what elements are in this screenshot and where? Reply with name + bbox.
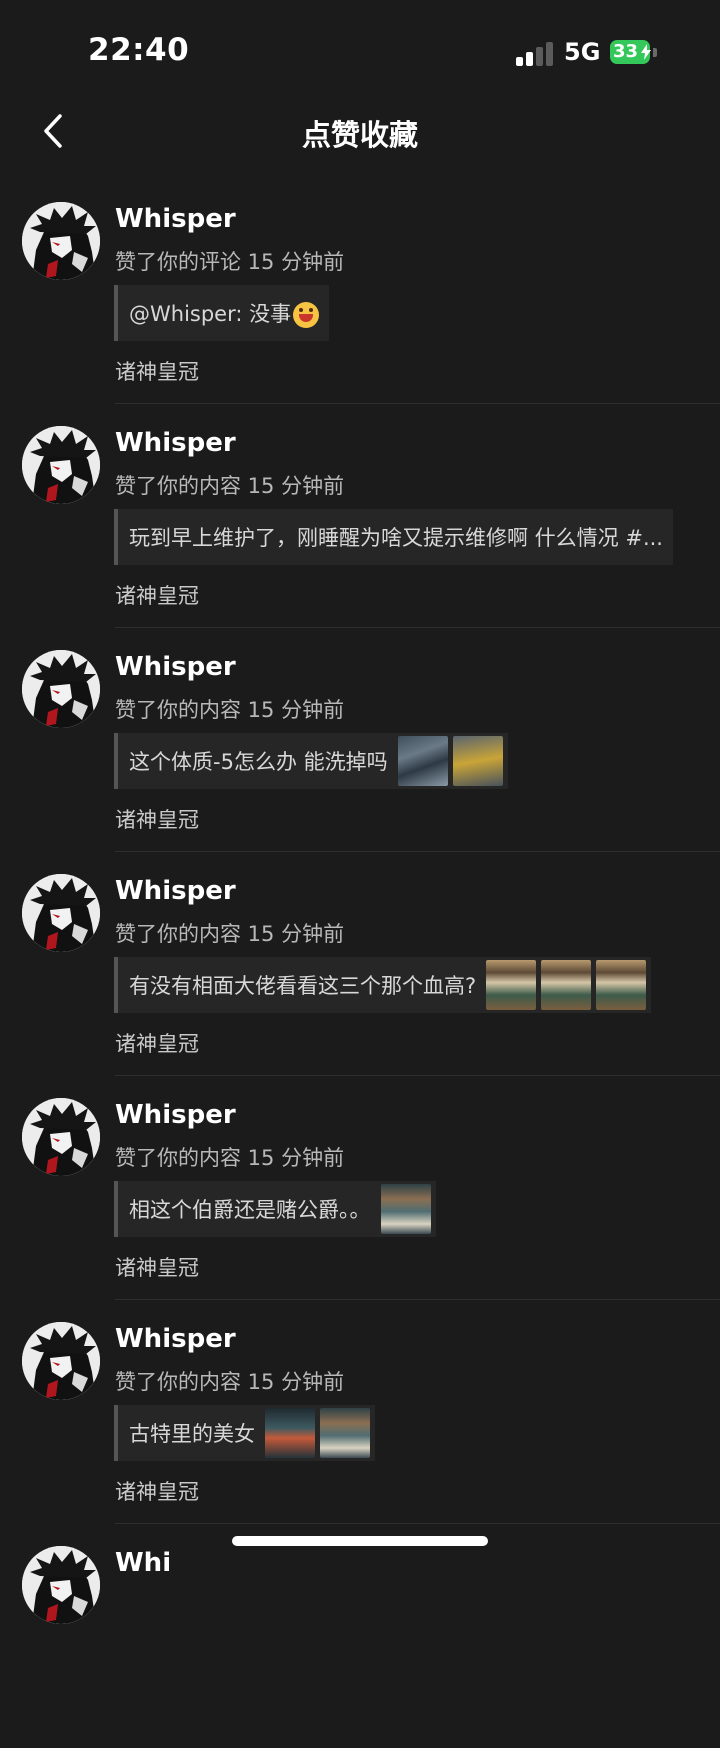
quoted-content[interactable]: @Whisper: 没事	[114, 285, 330, 341]
action-time: 赞了你的内容 15 分钟前	[115, 1370, 345, 1394]
list-item[interactable]: Whi	[0, 1524, 720, 1748]
game-name[interactable]: 诸神皇冠	[115, 1476, 199, 1506]
action-time: 赞了你的评论 15 分钟前	[115, 250, 345, 274]
thumbnail-image[interactable]	[596, 960, 647, 1010]
action-time: 赞了你的内容 15 分钟前	[115, 922, 345, 946]
quoted-text-value: @Whisper: 没事	[129, 302, 292, 326]
list-item[interactable]: Whisper 赞了你的评论 15 分钟前 @Whisper: 没事诸神皇冠	[0, 180, 720, 404]
status-bar: 22:40 5G 33	[0, 0, 720, 100]
quoted-content[interactable]: 相这个伯爵还是赌公爵。。	[114, 1181, 436, 1237]
user-name[interactable]: Whisper	[115, 204, 236, 234]
avatar[interactable]	[22, 1546, 100, 1624]
avatar[interactable]	[22, 874, 100, 952]
avatar[interactable]	[22, 1322, 100, 1400]
quoted-text: @Whisper: 没事	[129, 298, 329, 328]
action-time: 赞了你的内容 15 分钟前	[115, 1146, 345, 1170]
thumbnail-image[interactable]	[397, 736, 448, 786]
quoted-content[interactable]: 有没有相面大佬看看这三个那个血高?	[114, 957, 652, 1013]
home-indicator[interactable]	[232, 1536, 488, 1546]
avatar[interactable]	[22, 202, 100, 280]
quoted-content[interactable]: 古特里的美女	[114, 1405, 375, 1461]
game-name[interactable]: 诸神皇冠	[115, 1252, 199, 1282]
nav-bar: 点赞收藏	[0, 100, 720, 162]
thumbnail-image[interactable]	[452, 736, 503, 786]
list-item[interactable]: Whisper 赞了你的内容 15 分钟前玩到早上维护了，刚睡醒为啥又提示维修啊 …	[0, 404, 720, 628]
user-name[interactable]: Whisper	[115, 1100, 236, 1130]
quoted-text-value: 这个体质-5怎么办 能洗掉吗	[129, 750, 388, 774]
charging-icon	[641, 44, 651, 60]
action-time: 赞了你的内容 15 分钟前	[115, 698, 345, 722]
game-name[interactable]: 诸神皇冠	[115, 356, 199, 386]
game-name[interactable]: 诸神皇冠	[115, 804, 199, 834]
game-name[interactable]: 诸神皇冠	[115, 580, 199, 610]
list-item[interactable]: Whisper 赞了你的内容 15 分钟前相这个伯爵还是赌公爵。。诸神皇冠	[0, 1076, 720, 1300]
user-name[interactable]: Whisper	[115, 1324, 236, 1354]
quoted-text-value: 有没有相面大佬看看这三个那个血高?	[129, 974, 477, 998]
avatar-image	[22, 426, 100, 504]
list-item[interactable]: Whisper 赞了你的内容 15 分钟前有没有相面大佬看看这三个那个血高? 诸神皇…	[0, 852, 720, 1076]
quoted-text-value: 相这个伯爵还是赌公爵。。	[129, 1198, 371, 1222]
quoted-text: 玩到早上维护了，刚睡醒为啥又提示维修啊 什么情况 #...	[129, 522, 673, 552]
list-item[interactable]: Whisper 赞了你的内容 15 分钟前这个体质-5怎么办 能洗掉吗诸神皇冠	[0, 628, 720, 852]
thumbnail-image[interactable]	[541, 960, 592, 1010]
avatar[interactable]	[22, 1098, 100, 1176]
avatar-image	[22, 874, 100, 952]
quoted-content[interactable]: 玩到早上维护了，刚睡醒为啥又提示维修啊 什么情况 #...	[114, 509, 673, 565]
thumbnail-image[interactable]	[380, 1184, 431, 1234]
quoted-content[interactable]: 这个体质-5怎么办 能洗掉吗	[114, 733, 508, 789]
page-title: 点赞收藏	[301, 118, 418, 152]
quoted-text-value: 玩到早上维护了，刚睡醒为啥又提示维修啊 什么情况 #...	[129, 526, 663, 550]
avatar-image	[22, 202, 100, 280]
thumbnail-image[interactable]	[320, 1408, 370, 1458]
avatar-image	[22, 1546, 100, 1624]
list-item[interactable]: Whisper 赞了你的内容 15 分钟前古特里的美女诸神皇冠	[0, 1300, 720, 1524]
user-name[interactable]: Whisper	[115, 876, 236, 906]
quoted-text: 这个体质-5怎么办 能洗掉吗	[129, 746, 398, 776]
battery-cap	[653, 48, 657, 57]
avatar-image	[22, 1322, 100, 1400]
grinning-emoji-icon	[293, 302, 320, 328]
signal-icon	[516, 42, 556, 66]
quoted-text: 相这个伯爵还是赌公爵。。	[129, 1194, 381, 1224]
user-name[interactable]: Whisper	[115, 652, 236, 682]
notification-list: Whisper 赞了你的评论 15 分钟前 @Whisper: 没事 诸神皇冠 Whis…	[0, 180, 720, 1748]
avatar[interactable]	[22, 426, 100, 504]
quoted-text: 有没有相面大佬看看这三个那个血高?	[129, 970, 486, 1000]
quoted-text: 古特里的美女	[129, 1418, 265, 1448]
status-time: 22:40	[88, 32, 190, 68]
action-time: 赞了你的内容 15 分钟前	[115, 474, 345, 498]
quoted-text-value: 古特里的美女	[129, 1422, 255, 1446]
battery-level: 33	[613, 41, 639, 62]
avatar-image	[22, 1098, 100, 1176]
thumbnail-image[interactable]	[486, 960, 537, 1010]
thumbnail-image[interactable]	[265, 1408, 315, 1458]
user-name[interactable]: Whi	[115, 1548, 171, 1578]
avatar-image	[22, 650, 100, 728]
network-label: 5G	[564, 38, 601, 66]
user-name[interactable]: Whisper	[115, 428, 236, 458]
avatar[interactable]	[22, 650, 100, 728]
game-name[interactable]: 诸神皇冠	[115, 1028, 199, 1058]
